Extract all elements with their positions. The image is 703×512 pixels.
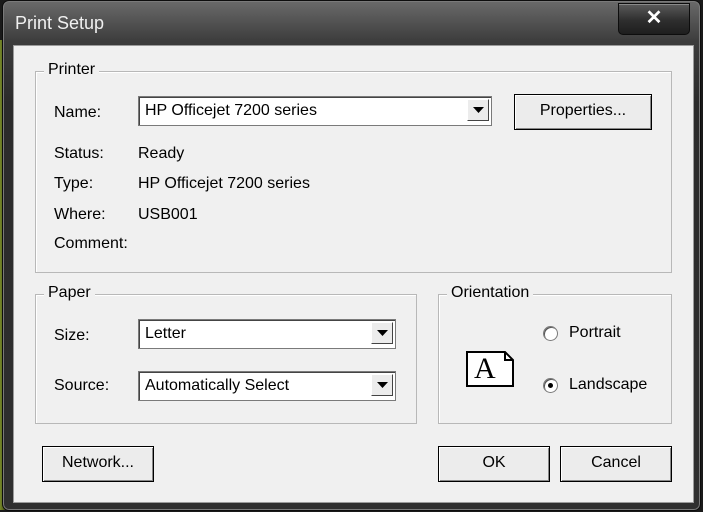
chevron-down-icon[interactable]	[371, 322, 393, 344]
paper-size-value: Letter	[145, 325, 186, 342]
properties-button[interactable]: Properties...	[514, 94, 652, 130]
ok-button[interactable]: OK	[438, 446, 550, 482]
printer-name-label: Name:	[54, 104, 102, 121]
landscape-page-icon: A	[465, 350, 515, 388]
paper-source-value: Automatically Select	[145, 377, 290, 394]
where-label: Where:	[54, 206, 106, 223]
chevron-down-icon[interactable]	[467, 99, 489, 121]
orientation-group-label: Orientation	[447, 284, 534, 302]
type-value: HP Officejet 7200 series	[138, 175, 310, 192]
where-value: USB001	[138, 206, 198, 223]
portrait-label[interactable]: Portrait	[569, 324, 621, 342]
printer-group: Printer Name: HP Officejet 7200 series P…	[35, 61, 672, 273]
title-bar[interactable]: Print Setup ✕	[3, 1, 700, 45]
window-title: Print Setup	[15, 13, 105, 33]
printer-name-dropdown[interactable]: HP Officejet 7200 series	[138, 96, 492, 126]
paper-group: Paper Size: Letter Source: Automatically…	[35, 284, 417, 424]
paper-size-dropdown[interactable]: Letter	[138, 319, 396, 349]
radio-selected-dot	[548, 383, 553, 388]
status-value: Ready	[138, 145, 185, 162]
landscape-radio[interactable]	[543, 378, 558, 393]
paper-group-label: Paper	[44, 284, 95, 302]
cancel-button[interactable]: Cancel	[560, 446, 672, 482]
chevron-down-icon[interactable]	[371, 374, 393, 396]
close-button[interactable]: ✕	[618, 3, 690, 35]
close-icon: ✕	[645, 7, 663, 29]
paper-source-dropdown[interactable]: Automatically Select	[138, 371, 396, 401]
dialog-body: Printer Name: HP Officejet 7200 series P…	[13, 45, 694, 503]
landscape-label[interactable]: Landscape	[569, 376, 647, 394]
status-label: Status:	[54, 145, 104, 162]
type-label: Type:	[54, 175, 94, 192]
paper-source-label: Source:	[54, 377, 110, 394]
page-icon-letter: A	[474, 352, 496, 385]
paper-size-label: Size:	[54, 327, 90, 344]
comment-label: Comment:	[54, 235, 128, 252]
portrait-radio[interactable]	[543, 326, 558, 341]
print-setup-dialog: Print Setup ✕ Printer Name: HP Officejet…	[2, 0, 701, 511]
printer-group-label: Printer	[44, 61, 100, 79]
network-button[interactable]: Network...	[42, 446, 154, 482]
orientation-group: Orientation A Portrait Landscape	[438, 284, 672, 424]
printer-name-value: HP Officejet 7200 series	[145, 102, 317, 119]
